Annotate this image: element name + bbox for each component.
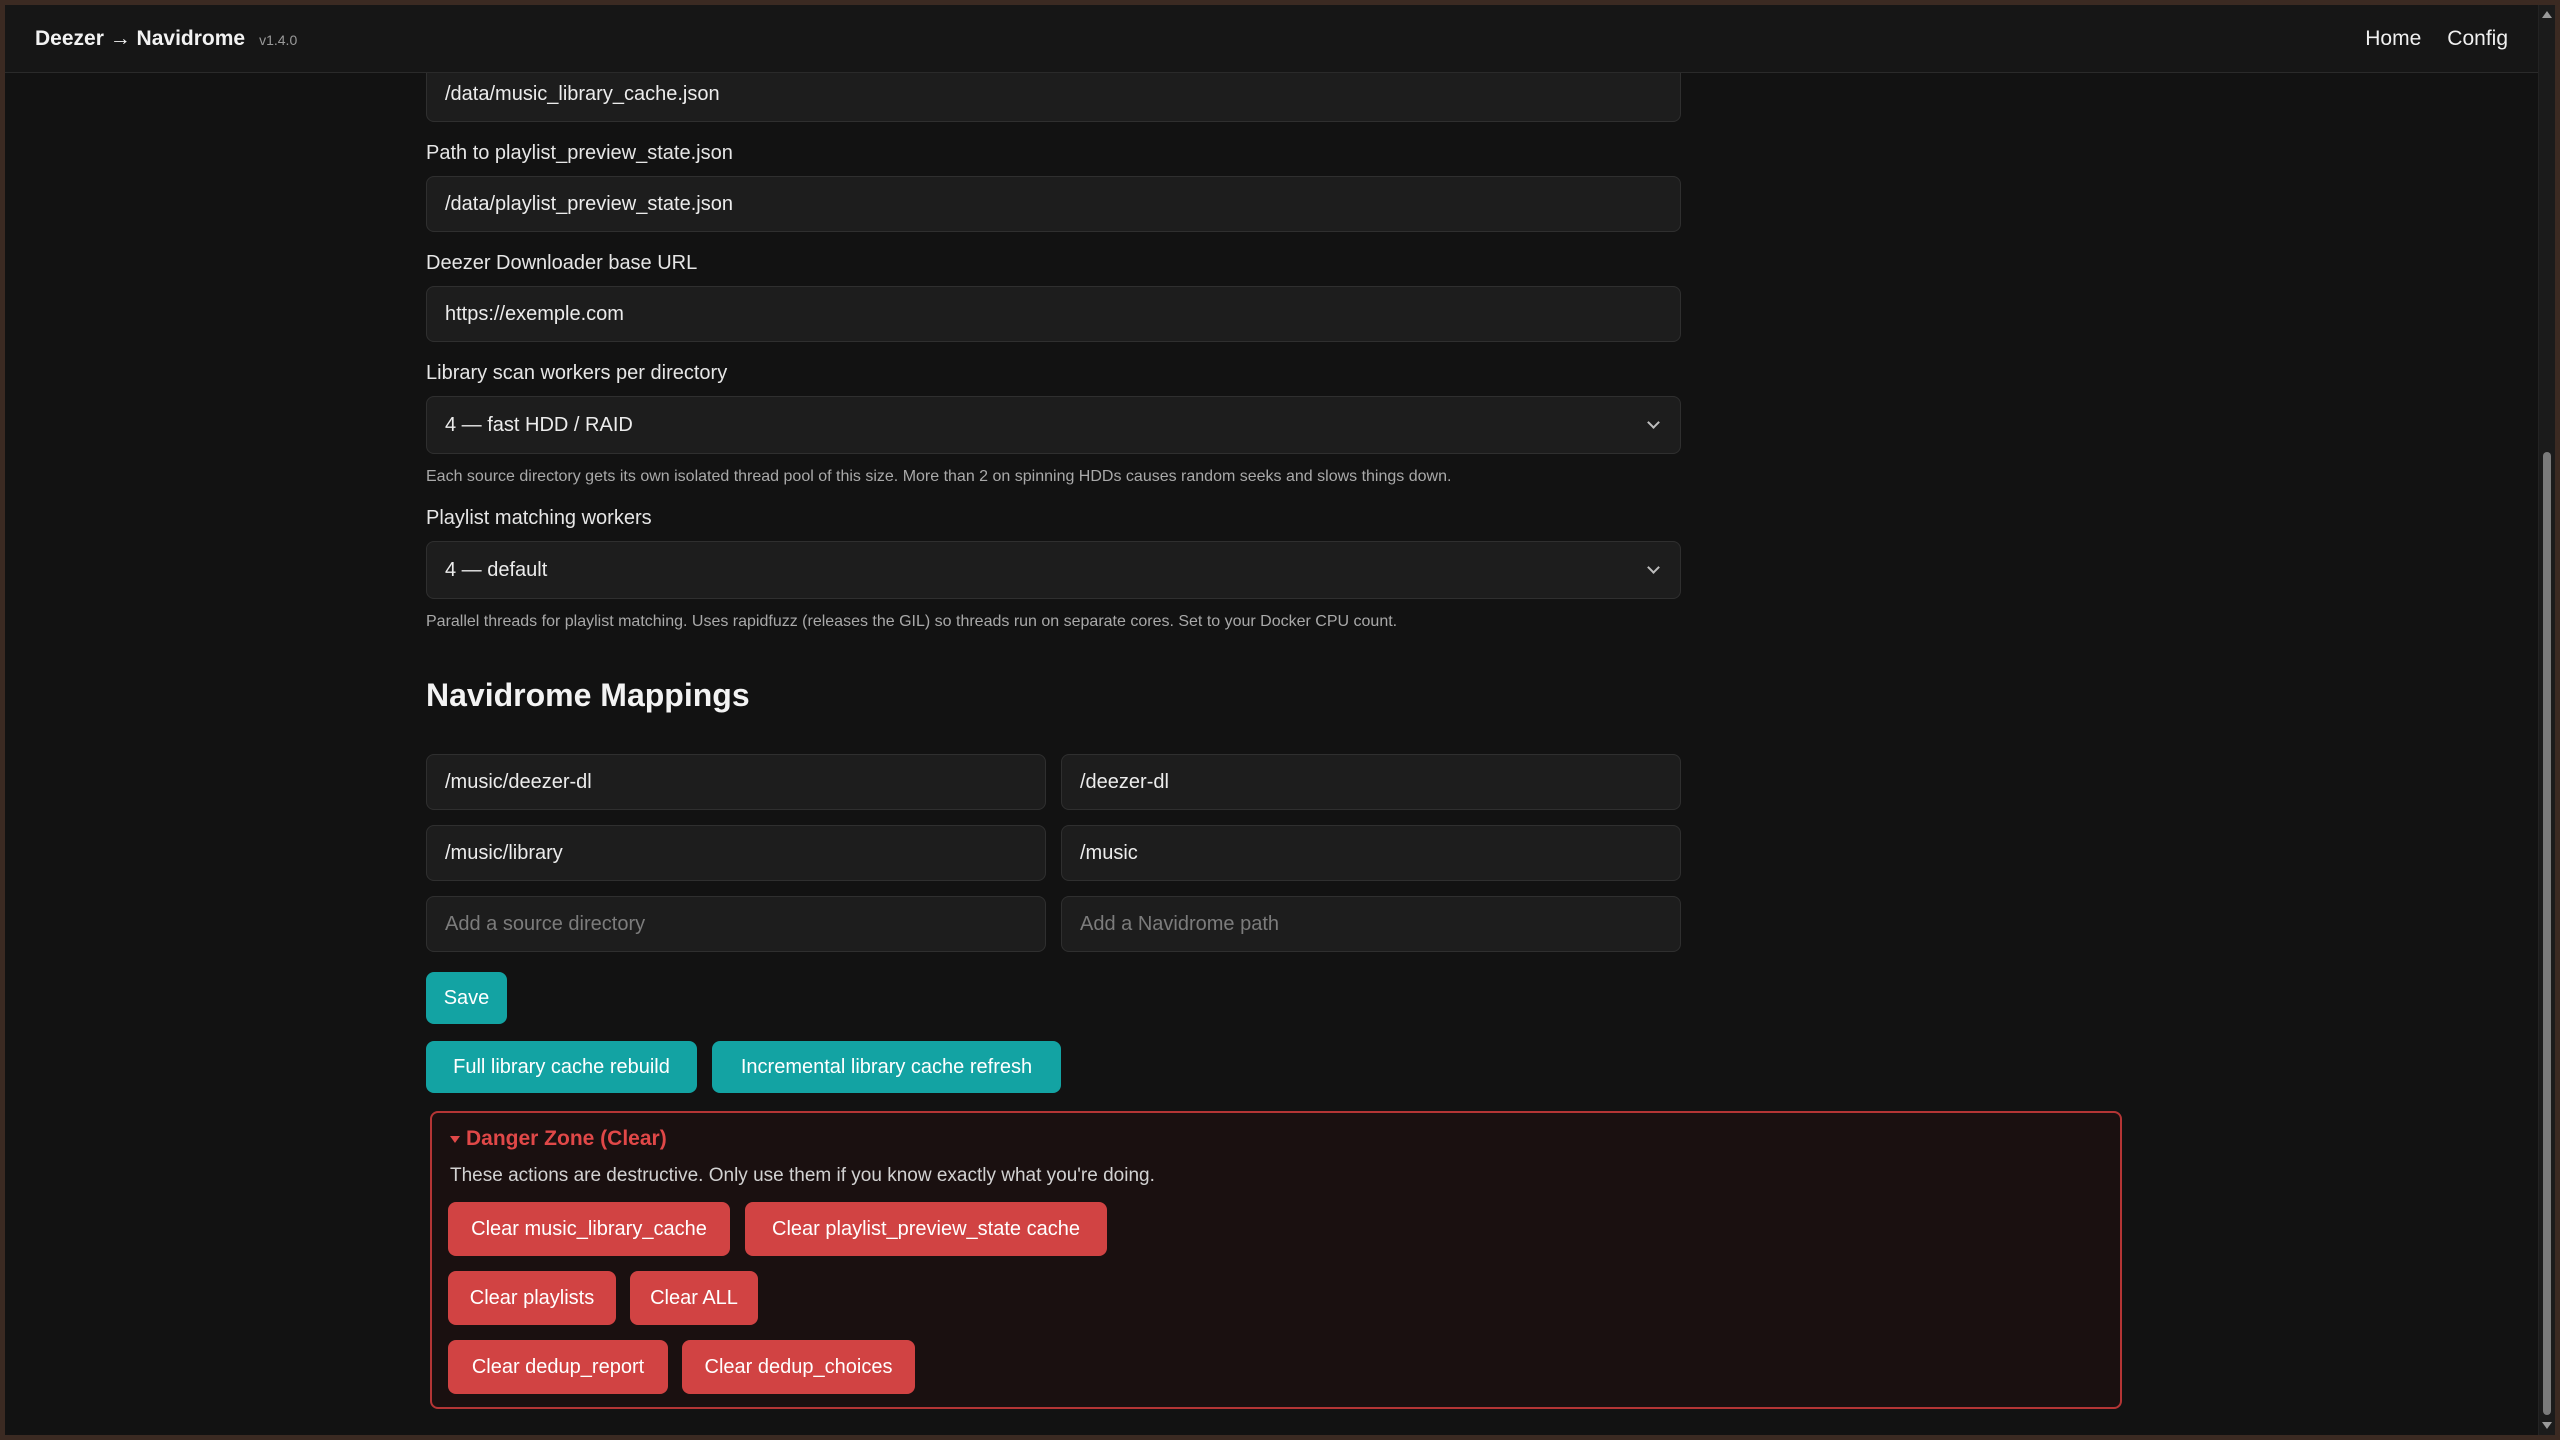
- new-source-directory-input[interactable]: Add a source directory: [426, 896, 1046, 952]
- downloader-url-label: Deezer Downloader base URL: [426, 252, 698, 274]
- save-button[interactable]: Save: [426, 972, 507, 1024]
- chevron-down-icon: [1647, 561, 1660, 574]
- clear-dedup-report-button[interactable]: Clear dedup_report: [448, 1340, 668, 1394]
- nav-home-link[interactable]: Home: [2365, 27, 2421, 51]
- danger-zone-description: These actions are destructive. Only use …: [450, 1165, 1155, 1186]
- clear-all-button[interactable]: Clear ALL: [630, 1271, 758, 1325]
- mapping-source-input[interactable]: /music/deezer-dl: [426, 754, 1046, 810]
- match-workers-select[interactable]: 4 — default: [426, 541, 1681, 599]
- scroll-up-arrow-icon[interactable]: [2542, 11, 2552, 18]
- mapping-source-input[interactable]: /music/library: [426, 825, 1046, 881]
- scan-workers-help: Each source directory gets its own isola…: [426, 468, 1452, 485]
- mapping-target-input[interactable]: /deezer-dl: [1061, 754, 1681, 810]
- danger-zone-title: Danger Zone (Clear): [466, 1127, 667, 1150]
- clear-dedup-choices-button[interactable]: Clear dedup_choices: [682, 1340, 915, 1394]
- chevron-down-icon: [1647, 416, 1660, 429]
- preview-path-input[interactable]: /data/playlist_preview_state.json: [426, 176, 1681, 232]
- incremental-cache-refresh-button[interactable]: Incremental library cache refresh: [712, 1041, 1061, 1093]
- match-workers-label: Playlist matching workers: [426, 507, 652, 529]
- clear-playlists-button[interactable]: Clear playlists: [448, 1271, 616, 1325]
- vertical-scrollbar[interactable]: [2538, 5, 2555, 1435]
- cache-path-input[interactable]: /data/music_library_cache.json: [426, 67, 1681, 122]
- scan-workers-value: 4 — fast HDD / RAID: [445, 413, 633, 436]
- app-title: Deezer → Navidrome: [35, 26, 246, 50]
- scroll-down-arrow-icon[interactable]: [2542, 1422, 2552, 1429]
- danger-zone-toggle[interactable]: Danger Zone (Clear): [450, 1127, 667, 1151]
- scan-workers-select[interactable]: 4 — fast HDD / RAID: [426, 396, 1681, 454]
- clear-music-library-cache-button[interactable]: Clear music_library_cache: [448, 1202, 730, 1256]
- caret-down-icon: [450, 1135, 460, 1143]
- downloader-url-input[interactable]: https://exemple.com: [426, 286, 1681, 342]
- version-badge: v1.4.0: [259, 31, 298, 48]
- scrollbar-thumb[interactable]: [2543, 452, 2551, 1415]
- full-cache-rebuild-button[interactable]: Full library cache rebuild: [426, 1041, 697, 1093]
- nav-links: Home Config: [2365, 27, 2508, 51]
- new-navidrome-path-input[interactable]: Add a Navidrome path: [1061, 896, 1681, 952]
- match-workers-help: Parallel threads for playlist matching. …: [426, 613, 1398, 630]
- nav-config-link[interactable]: Config: [2447, 27, 2508, 51]
- match-workers-value: 4 — default: [445, 558, 548, 581]
- scan-workers-label: Library scan workers per directory: [426, 362, 728, 384]
- mapping-target-input[interactable]: /music: [1061, 825, 1681, 881]
- app-window: Deezer → Navidrome v1.4.0 Home Config /d…: [5, 5, 2555, 1435]
- clear-playlist-preview-cache-button[interactable]: Clear playlist_preview_state cache: [745, 1202, 1107, 1256]
- mappings-title: Navidrome Mappings: [426, 677, 750, 713]
- preview-path-label: Path to playlist_preview_state.json: [426, 142, 733, 164]
- top-nav-bar: Deezer → Navidrome v1.4.0 Home Config: [5, 5, 2538, 73]
